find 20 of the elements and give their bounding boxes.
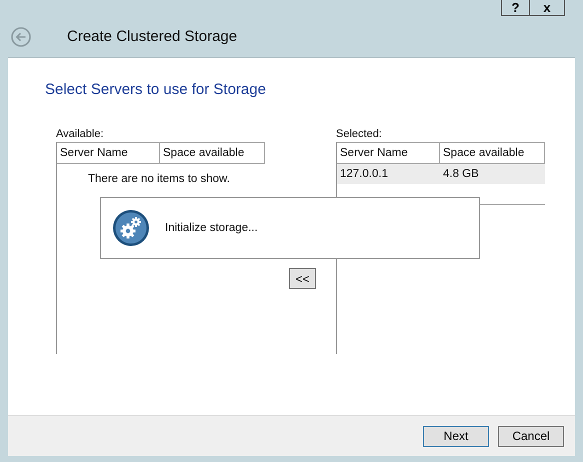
empty-message: There are no items to show. (87, 172, 231, 185)
dialog-button[interactable]: Next (423, 426, 489, 446)
move-left-button[interactable]: << (289, 268, 316, 289)
table-cell-text: 4.8 GB (442, 167, 480, 182)
page-heading: Select Servers to use for Storage (44, 80, 267, 100)
column-header[interactable]: Space available (439, 143, 544, 163)
table-cell-text: 127.0.0.1 (339, 167, 389, 182)
column-header[interactable]: Server Name (337, 143, 440, 163)
column-header[interactable]: Space available (159, 143, 264, 163)
dialog-button[interactable]: Cancel (498, 426, 564, 446)
progress-message: Initialize storage... (165, 222, 258, 234)
server-row[interactable]: 127.0.0.1 4.8 GB (337, 164, 545, 184)
title-bar-button[interactable]: ? (501, 0, 530, 16)
back-icon[interactable] (11, 26, 31, 46)
list-label: Available: (56, 129, 104, 140)
window-title: Create Clustered Storage (67, 28, 238, 45)
title-bar-button[interactable]: x (530, 0, 565, 16)
list-label: Selected: (336, 129, 383, 140)
column-header[interactable]: Server Name (57, 143, 160, 163)
gears-icon (112, 209, 150, 247)
